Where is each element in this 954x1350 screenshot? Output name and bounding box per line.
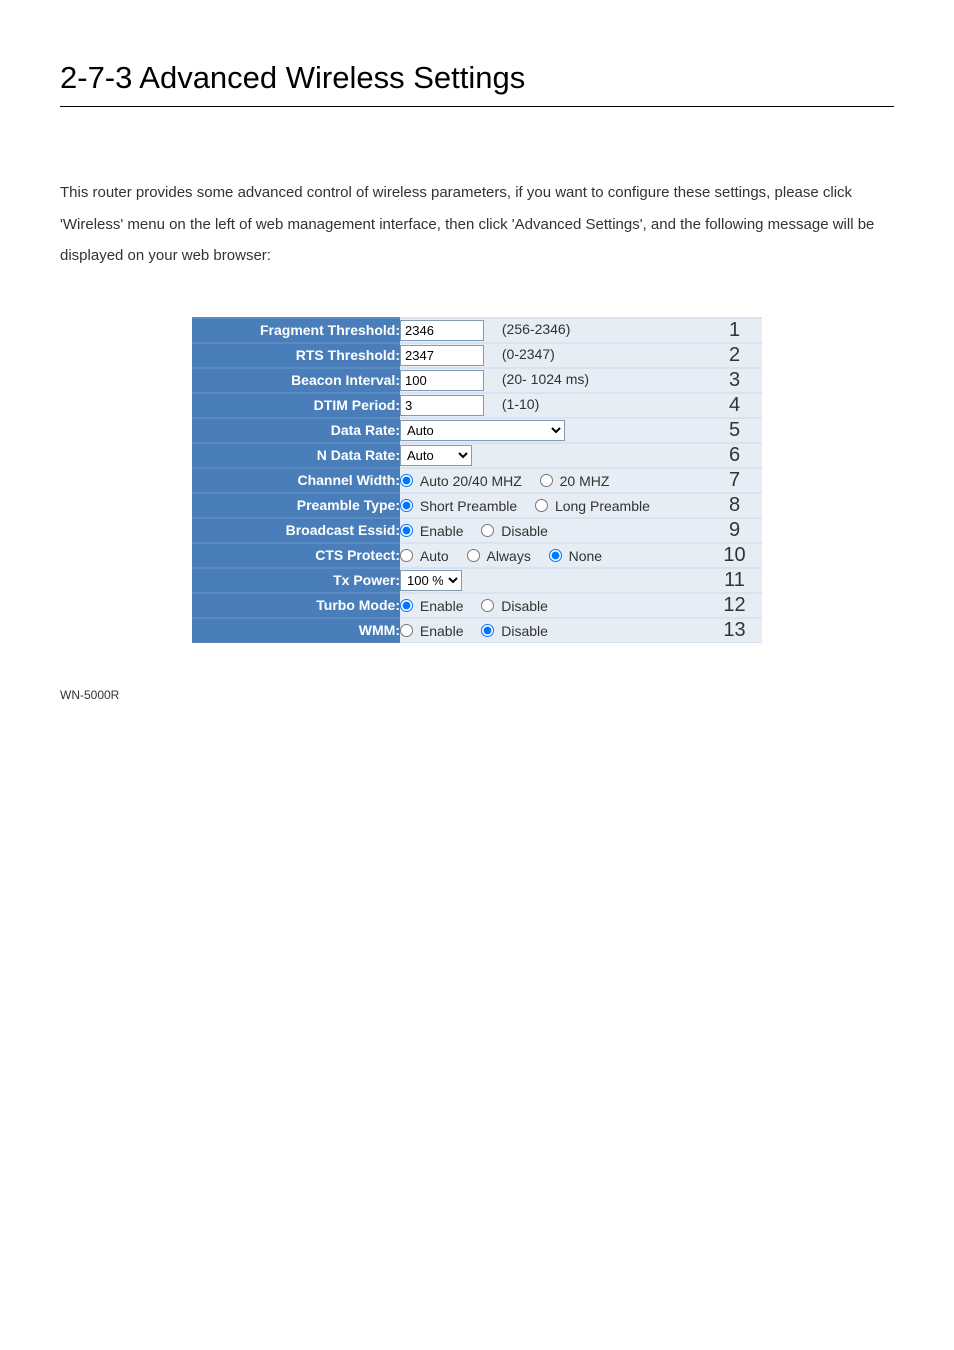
row-tx-power: Tx Power: 100 % 11 — [192, 568, 762, 593]
row-wmm: WMM: Enable Disable 13 — [192, 618, 762, 643]
broadcast-essid-enable-radio[interactable] — [400, 524, 413, 537]
turbo-enable-radio[interactable] — [400, 599, 413, 612]
channel-width-auto-radio[interactable] — [400, 474, 413, 487]
annotation-number: 5 — [707, 418, 762, 443]
turbo-disable-label: Disable — [501, 598, 548, 614]
broadcast-essid-disable-label: Disable — [501, 523, 548, 539]
preamble-long-label: Long Preamble — [555, 498, 650, 514]
label-channel-width: Channel Width: — [192, 468, 400, 493]
fragment-threshold-hint: (256-2346) — [502, 321, 571, 337]
label-dtim-period: DTIM Period: — [192, 393, 400, 418]
broadcast-essid-enable-label: Enable — [420, 523, 464, 539]
row-data-rate: Data Rate: Auto 5 — [192, 418, 762, 443]
row-fragment-threshold: Fragment Threshold: (256-2346) 1 — [192, 318, 762, 343]
row-dtim-period: DTIM Period: (1-10) 4 — [192, 393, 762, 418]
broadcast-essid-disable-radio[interactable] — [481, 524, 494, 537]
annotation-number: 7 — [707, 468, 762, 493]
beacon-interval-input[interactable] — [400, 370, 484, 391]
turbo-enable-label: Enable — [420, 598, 464, 614]
preamble-short-radio[interactable] — [400, 499, 413, 512]
annotation-number: 13 — [707, 618, 762, 643]
annotation-number: 2 — [707, 343, 762, 368]
annotation-number: 1 — [707, 318, 762, 343]
wmm-disable-radio[interactable] — [481, 624, 494, 637]
label-broadcast-essid: Broadcast Essid: — [192, 518, 400, 543]
label-turbo-mode: Turbo Mode: — [192, 593, 400, 618]
cts-always-radio[interactable] — [467, 549, 480, 562]
label-rts-threshold: RTS Threshold: — [192, 343, 400, 368]
row-rts-threshold: RTS Threshold: (0-2347) 2 — [192, 343, 762, 368]
dtim-period-hint: (1-10) — [502, 396, 539, 412]
section-title: 2-7-3 Advanced Wireless Settings — [60, 60, 894, 96]
label-wmm: WMM: — [192, 618, 400, 643]
preamble-long-radio[interactable] — [535, 499, 548, 512]
label-fragment-threshold: Fragment Threshold: — [192, 318, 400, 343]
row-beacon-interval: Beacon Interval: (20- 1024 ms) 3 — [192, 368, 762, 393]
row-n-data-rate: N Data Rate: Auto 6 — [192, 443, 762, 468]
row-cts-protect: CTS Protect: Auto Always None 10 — [192, 543, 762, 568]
wmm-enable-label: Enable — [420, 623, 464, 639]
beacon-interval-hint: (20- 1024 ms) — [502, 371, 589, 387]
turbo-disable-radio[interactable] — [481, 599, 494, 612]
divider — [60, 106, 894, 107]
rts-threshold-hint: (0-2347) — [502, 346, 555, 362]
wmm-enable-radio[interactable] — [400, 624, 413, 637]
label-tx-power: Tx Power: — [192, 568, 400, 593]
cts-none-radio[interactable] — [549, 549, 562, 562]
row-broadcast-essid: Broadcast Essid: Enable Disable 9 — [192, 518, 762, 543]
footer-model: WN-5000R — [60, 688, 894, 702]
dtim-period-input[interactable] — [400, 395, 484, 416]
channel-width-auto-label: Auto 20/40 MHZ — [420, 473, 522, 489]
label-cts-protect: CTS Protect: — [192, 543, 400, 568]
row-preamble-type: Preamble Type: Short Preamble Long Pream… — [192, 493, 762, 518]
cts-none-label: None — [569, 548, 602, 564]
channel-width-20-label: 20 MHZ — [560, 473, 610, 489]
label-beacon-interval: Beacon Interval: — [192, 368, 400, 393]
annotation-number: 12 — [707, 593, 762, 618]
annotation-number: 10 — [707, 543, 762, 568]
annotation-number: 8 — [707, 493, 762, 518]
row-turbo-mode: Turbo Mode: Enable Disable 12 — [192, 593, 762, 618]
tx-power-select[interactable]: 100 % — [400, 570, 462, 591]
annotation-number: 6 — [707, 443, 762, 468]
cts-always-label: Always — [486, 548, 530, 564]
rts-threshold-input[interactable] — [400, 345, 484, 366]
settings-table: Fragment Threshold: (256-2346) 1 RTS Thr… — [192, 317, 762, 643]
data-rate-select[interactable]: Auto — [400, 420, 565, 441]
annotation-number: 11 — [707, 568, 762, 593]
annotation-number: 3 — [707, 368, 762, 393]
preamble-short-label: Short Preamble — [420, 498, 517, 514]
channel-width-20-radio[interactable] — [540, 474, 553, 487]
annotation-number: 4 — [707, 393, 762, 418]
cts-auto-label: Auto — [420, 548, 449, 564]
label-data-rate: Data Rate: — [192, 418, 400, 443]
fragment-threshold-input[interactable] — [400, 320, 484, 341]
row-channel-width: Channel Width: Auto 20/40 MHZ 20 MHZ 7 — [192, 468, 762, 493]
label-preamble-type: Preamble Type: — [192, 493, 400, 518]
intro-text: This router provides some advanced contr… — [60, 177, 894, 272]
n-data-rate-select[interactable]: Auto — [400, 445, 472, 466]
label-n-data-rate: N Data Rate: — [192, 443, 400, 468]
wmm-disable-label: Disable — [501, 623, 548, 639]
annotation-number: 9 — [707, 518, 762, 543]
cts-auto-radio[interactable] — [400, 549, 413, 562]
